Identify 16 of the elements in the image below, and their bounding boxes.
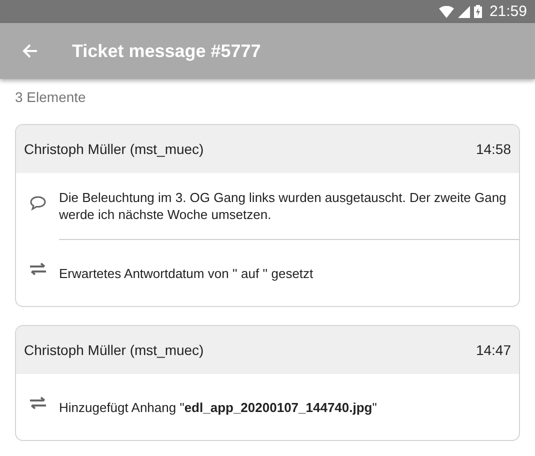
swap-arrows-icon: [29, 262, 47, 276]
wifi-icon: [439, 6, 454, 18]
signal-icon: [458, 6, 470, 18]
entry-text: Erwartetes Antwortdatum von '' auf '' gesetzt: [59, 264, 314, 282]
entry-text: Die Beleuchtung im 3. OG Gang links wurden ausgetauscht. Der zweite Gang werde ich nächste Woche umsetzen.: [59, 189, 508, 223]
screen-title: Ticket message #5777: [72, 40, 261, 62]
entry-text: Hinzugefügt Anhang "edl_app_20200107_144740.jpg": [59, 398, 377, 416]
clock-time: 21:59: [489, 3, 527, 20]
item-count: 3 Elemente: [14, 88, 87, 107]
author-name: Christoph Müller (mst_muec): [24, 141, 204, 157]
swap-arrows-icon: [29, 396, 47, 410]
speech-bubble-icon: [29, 195, 47, 211]
battery-icon: [474, 5, 482, 18]
message-time: 14:47: [476, 342, 511, 358]
author-name: Christoph Müller (mst_muec): [24, 342, 204, 358]
message-time: 14:58: [476, 141, 511, 157]
